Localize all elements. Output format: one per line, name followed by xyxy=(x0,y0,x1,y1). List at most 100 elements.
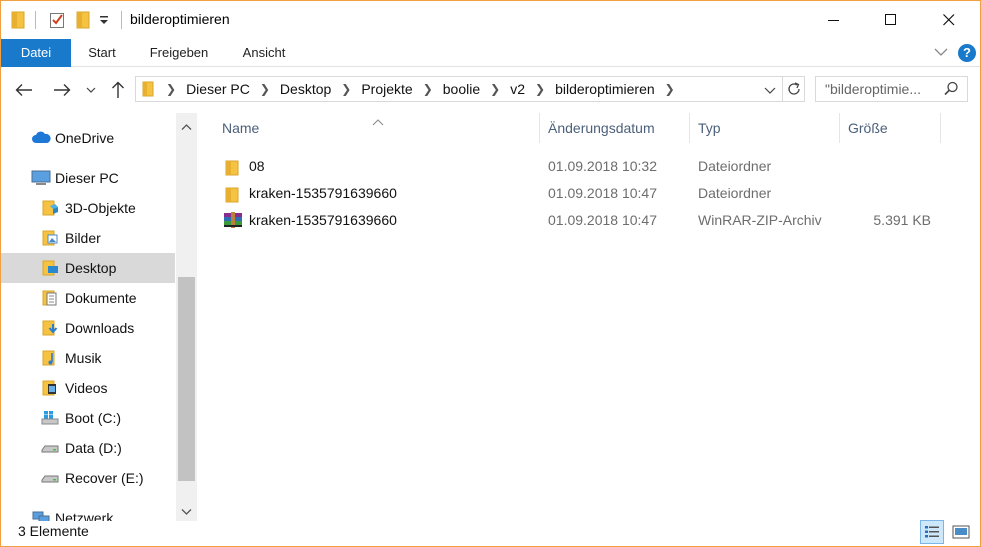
address-bar[interactable]: ❯ Dieser PC ❯ Desktop ❯ Projekte ❯ booli… xyxy=(135,76,805,102)
help-button[interactable]: ? xyxy=(958,44,976,62)
breadcrumb-boolie[interactable]: boolie xyxy=(439,81,484,97)
scrollbar-thumb[interactable] xyxy=(178,277,195,481)
chevron-right-icon[interactable]: ❯ xyxy=(254,82,276,96)
breadcrumb-bilderoptimieren[interactable]: bilderoptimieren xyxy=(551,81,659,97)
large-icons-view-button[interactable] xyxy=(949,520,973,544)
details-view-button[interactable] xyxy=(920,520,944,544)
table-row[interactable]: kraken-1535791639660 01.09.2018 10:47 Wi… xyxy=(217,207,942,234)
sidebar-item-onedrive[interactable]: OneDrive xyxy=(1,123,175,153)
scroll-down-icon[interactable] xyxy=(181,503,192,519)
address-divider xyxy=(782,77,783,101)
column-header-date[interactable]: Änderungsdatum xyxy=(540,113,690,143)
forward-button[interactable] xyxy=(51,79,73,101)
search-box[interactable] xyxy=(815,76,968,102)
sidebar-item-label: Recover (E:) xyxy=(65,470,144,486)
table-row[interactable]: 08 01.09.2018 10:32 Dateiordner xyxy=(217,153,942,180)
sidebar-scrollbar[interactable] xyxy=(176,113,197,521)
desktop-folder-icon xyxy=(41,260,59,276)
arrow-right-icon xyxy=(54,84,71,96)
expand-ribbon-icon[interactable] xyxy=(934,45,948,59)
sidebar-item-label: Videos xyxy=(65,380,108,396)
tab-ansicht[interactable]: Ansicht xyxy=(233,39,295,67)
chevron-right-icon[interactable]: ❯ xyxy=(160,82,182,96)
sidebar-item-downloads[interactable]: Downloads xyxy=(1,313,175,343)
file-type: Dateiordner xyxy=(698,158,772,174)
chevron-right-icon[interactable]: ❯ xyxy=(659,82,681,96)
chevron-right-icon[interactable]: ❯ xyxy=(335,82,357,96)
folder-location-icon xyxy=(136,81,160,97)
tab-datei[interactable]: Datei xyxy=(1,39,71,67)
column-header-size[interactable]: Größe xyxy=(840,113,941,143)
folder-app-icon xyxy=(11,11,25,32)
breadcrumb-dieser-pc[interactable]: Dieser PC xyxy=(182,81,254,97)
table-row[interactable]: kraken-1535791639660 01.09.2018 10:47 Da… xyxy=(217,180,942,207)
file-size: 5.391 KB xyxy=(873,212,931,228)
sidebar-item-label: Data (D:) xyxy=(65,440,122,456)
breadcrumb-desktop[interactable]: Desktop xyxy=(276,81,335,97)
drive-icon xyxy=(41,470,59,486)
sidebar-item-desktop[interactable]: Desktop xyxy=(1,253,175,283)
chevron-right-icon[interactable]: ❯ xyxy=(529,82,551,96)
properties-quick-access-icon[interactable] xyxy=(49,11,66,32)
new-folder-quick-access-icon[interactable] xyxy=(76,11,90,32)
folder-icon xyxy=(225,158,239,176)
column-header-name[interactable]: Name xyxy=(214,113,540,143)
file-date: 01.09.2018 10:47 xyxy=(548,212,657,228)
column-header-type[interactable]: Typ xyxy=(690,113,840,143)
sidebar-item-3d-objekte[interactable]: 3D-Objekte xyxy=(1,193,175,223)
sidebar-item-label: OneDrive xyxy=(55,130,115,146)
sidebar-item-boot-c[interactable]: Boot (C:) xyxy=(1,403,175,433)
sidebar-item-videos[interactable]: Videos xyxy=(1,373,175,403)
sidebar-item-label: Dieser PC xyxy=(55,170,119,186)
sidebar-item-musik[interactable]: Musik xyxy=(1,343,175,373)
recent-locations-button[interactable] xyxy=(83,79,99,101)
minimize-button[interactable] xyxy=(805,1,863,39)
chevron-down-icon xyxy=(86,87,96,93)
sidebar-item-label: Boot (C:) xyxy=(65,410,122,426)
breadcrumb: ❯ Dieser PC ❯ Desktop ❯ Projekte ❯ booli… xyxy=(136,77,681,101)
title-separator xyxy=(121,11,122,29)
onedrive-cloud-icon xyxy=(31,130,51,146)
window-title: bilderoptimieren xyxy=(130,11,230,27)
navigation-pane: OneDrive Dieser PC 3D-Objekte Bilder Des… xyxy=(1,113,197,521)
explorer-window: bilderoptimieren Datei Start Freigeben A… xyxy=(0,0,981,547)
search-input[interactable] xyxy=(825,80,943,98)
title-separator xyxy=(35,11,36,29)
sidebar-item-data-d[interactable]: Data (D:) xyxy=(1,433,175,463)
drive-icon xyxy=(41,440,59,456)
sidebar-item-dokumente[interactable]: Dokumente xyxy=(1,283,175,313)
sidebar-item-netzwerk[interactable]: Netzwerk xyxy=(1,503,175,521)
tab-freigeben[interactable]: Freigeben xyxy=(139,39,219,67)
sidebar-item-bilder[interactable]: Bilder xyxy=(1,223,175,253)
search-icon[interactable] xyxy=(944,81,959,99)
customize-toolbar-icon[interactable] xyxy=(99,13,109,30)
chevron-right-icon[interactable]: ❯ xyxy=(417,82,439,96)
arrow-left-icon xyxy=(15,84,32,96)
sidebar-item-recover-e[interactable]: Recover (E:) xyxy=(1,463,175,493)
details-view-icon xyxy=(925,526,939,538)
refresh-icon[interactable] xyxy=(786,81,802,100)
maximize-icon xyxy=(885,14,896,25)
chevron-right-icon[interactable]: ❯ xyxy=(484,82,506,96)
address-row: ❯ Dieser PC ❯ Desktop ❯ Projekte ❯ booli… xyxy=(1,67,980,111)
breadcrumb-v2[interactable]: v2 xyxy=(506,81,529,97)
breadcrumb-projekte[interactable]: Projekte xyxy=(357,81,416,97)
large-icons-view-icon xyxy=(952,525,970,539)
scroll-up-icon[interactable] xyxy=(181,118,192,134)
sidebar-item-label: Musik xyxy=(65,350,102,366)
tab-start[interactable]: Start xyxy=(77,39,127,67)
sidebar-item-label: Bilder xyxy=(65,230,101,246)
file-name: 08 xyxy=(249,158,265,174)
back-button[interactable] xyxy=(13,79,35,101)
windows-drive-icon xyxy=(41,410,59,426)
arrow-up-icon xyxy=(112,81,124,98)
maximize-button[interactable] xyxy=(862,1,920,39)
close-button[interactable] xyxy=(920,1,978,39)
winrar-archive-icon xyxy=(223,211,243,229)
address-history-chevron-icon[interactable] xyxy=(764,83,776,99)
up-button[interactable] xyxy=(107,79,129,101)
documents-folder-icon xyxy=(41,290,59,306)
sidebar-item-dieser-pc[interactable]: Dieser PC xyxy=(1,163,175,193)
file-list: Name Änderungsdatum Typ Größe 08 01.09.2… xyxy=(205,113,975,521)
downloads-folder-icon xyxy=(41,320,59,336)
